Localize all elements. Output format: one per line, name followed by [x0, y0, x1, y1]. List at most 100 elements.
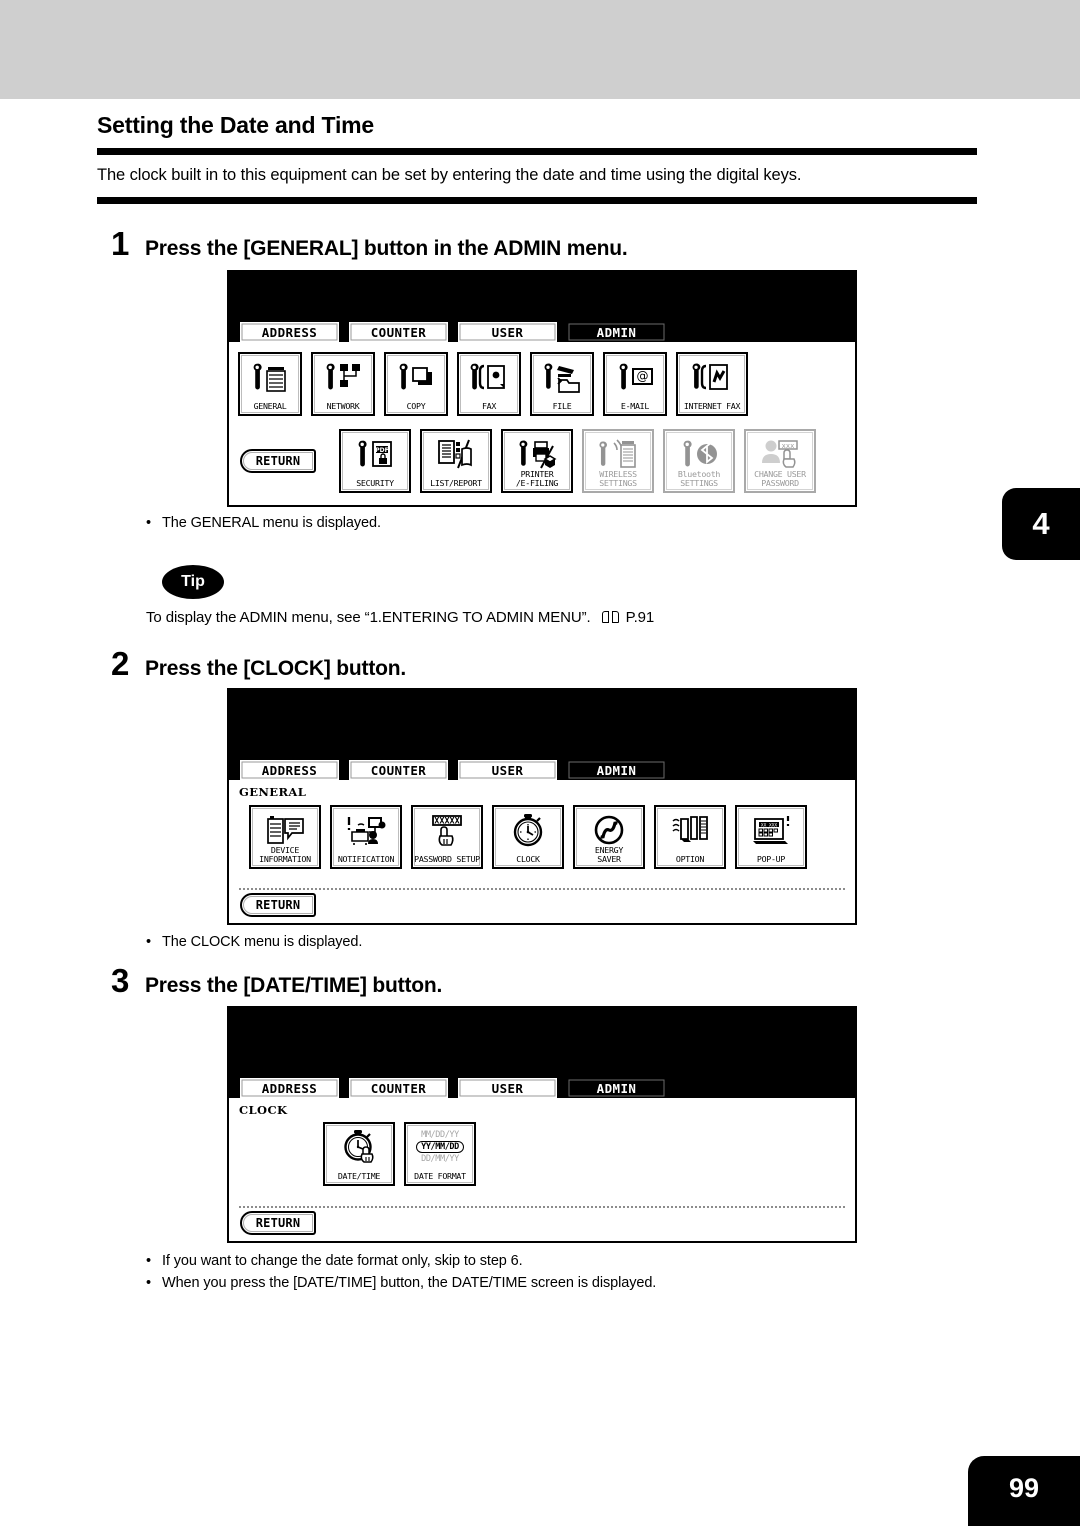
date-format-icon: MM/DD/YY YY/MM/DD DD/MM/YY — [406, 1127, 474, 1167]
title-divider-bottom — [97, 197, 977, 204]
lcd-tile-label: E-MAIL — [620, 401, 650, 411]
date-format-option1[interactable]: MM/DD/YY — [421, 1130, 459, 1140]
step-2-number: 2 — [111, 645, 130, 682]
note-skip-step-text: If you want to change the date format on… — [162, 1253, 523, 1269]
lcd-tile-label: DATE/TIME — [337, 1171, 381, 1181]
lcd-tile-energy-saver-icon[interactable]: ENERGY SAVER — [573, 805, 645, 869]
note-datetime-screen-text: When you press the [DATE/TIME] button, t… — [162, 1275, 657, 1291]
wrench-copier-icon — [240, 357, 300, 397]
bullet-icon: • — [146, 1253, 151, 1269]
lcd-tile-wrench-file-icon[interactable]: FILE — [530, 352, 594, 416]
wrench-file-icon — [532, 357, 592, 397]
lcd-panel3-tabrow: ADDRESS COUNTER USER ADMIN — [238, 1076, 668, 1098]
lcd-tile-wrench-copier-icon[interactable]: GENERAL — [238, 352, 302, 416]
tab-user[interactable]: USER — [456, 758, 559, 780]
step-3-text: Press the [DATE/TIME] button. — [145, 974, 443, 997]
lcd-tile-popup-icon[interactable]: XX XXX POP-UP — [735, 805, 807, 869]
tab-admin[interactable]: ADMIN — [565, 320, 668, 342]
wrench-wireless-icon — [584, 434, 652, 474]
change-password-icon: xxx — [746, 434, 814, 474]
lcd-panel3-body: CLOCK DATE/TIME MM/DD/YY YY/MM/DD DD/MM/YY D… — [229, 1098, 855, 1241]
stopwatch-icon — [494, 810, 562, 850]
step-3-heading: 3 Press the [DATE/TIME] button. — [111, 962, 442, 1000]
note-datetime-screen: • When you press the [DATE/TIME] button,… — [146, 1275, 656, 1291]
lcd-panel2-tabrow: ADDRESS COUNTER USER ADMIN — [238, 758, 668, 780]
lcd-tile-wrench-network-icon[interactable]: NETWORK — [311, 352, 375, 416]
lcd-tile-label: GENERAL — [253, 401, 287, 411]
password-setup-icon: XXXXX — [413, 810, 481, 850]
lcd-panel1-header: ADDRESS COUNTER USER ADMIN — [229, 272, 855, 342]
lcd-tile-stopwatch-icon[interactable]: CLOCK — [492, 805, 564, 869]
wrench-pdf-lock-icon: PDF — [341, 434, 409, 474]
popup-icon: XX XXX — [737, 810, 805, 850]
breadcrumb-panel3: CLOCK — [239, 1103, 288, 1117]
lcd-tile-wrench-bluetooth-icon[interactable]: Bluetooth SETTINGS — [663, 429, 735, 493]
tab-user[interactable]: USER — [456, 1076, 559, 1098]
lcd-tile-wrench-fax-icon[interactable]: FAX — [457, 352, 521, 416]
tip-badge: Tip — [162, 565, 224, 599]
lcd-tile-option-icon[interactable]: OPTION — [654, 805, 726, 869]
lcd-tile-device-information-icon[interactable]: DEVICE INFORMATION — [249, 805, 321, 869]
lcd-tile-wrench-ifax-icon[interactable]: INTERNET FAX — [676, 352, 748, 416]
lcd-tile-notification-icon[interactable]: NOTIFICATION — [330, 805, 402, 869]
lcd-tile-wrench-pdf-lock-icon[interactable]: PDF SECURITY — [339, 429, 411, 493]
panel2-separator — [239, 888, 845, 890]
note-skip-step: • If you want to change the date format … — [146, 1253, 523, 1269]
tab-admin[interactable]: ADMIN — [565, 1076, 668, 1098]
return-button-panel3[interactable]: RETURN — [240, 1211, 316, 1235]
page-title: Setting the Date and Time — [97, 112, 375, 138]
wrench-bluetooth-icon — [665, 434, 733, 474]
lcd-tile-change-password-icon[interactable]: xxx CHANGE USER PASSWORD — [744, 429, 816, 493]
lcd-tile-label: DATE FORMAT — [414, 1171, 466, 1181]
title-divider-top — [97, 148, 977, 155]
lcd-tile-wrench-copy-icon[interactable]: COPY — [384, 352, 448, 416]
date-format-option2[interactable]: YY/MM/DD — [416, 1141, 464, 1153]
panel3-separator — [239, 1206, 845, 1208]
page-top-band — [0, 0, 1080, 99]
return-button-panel1[interactable]: RETURN — [240, 449, 316, 473]
tab-address[interactable]: ADDRESS — [238, 758, 341, 780]
tip-text: To display the ADMIN menu, see “1.ENTERI… — [146, 609, 654, 626]
lcd-tile-wrench-wireless-icon[interactable]: WIRELESS SETTINGS — [582, 429, 654, 493]
book-reference-icon — [601, 611, 619, 624]
tab-address[interactable]: ADDRESS — [238, 1076, 341, 1098]
note-clock-menu-text: The CLOCK menu is displayed. — [162, 934, 363, 950]
tab-counter[interactable]: COUNTER — [347, 1076, 450, 1098]
page-number-tab: 99 — [968, 1456, 1080, 1526]
lcd-tile-label: PASSWORD SETUP — [414, 854, 480, 864]
return-button-panel2[interactable]: RETURN — [240, 893, 316, 917]
lcd-tile-label: SECURITY — [356, 478, 394, 488]
general-menu-row: DEVICE INFORMATION NOTIFICATION XXXXX PASSW… — [249, 805, 807, 869]
lcd-tile-wrench-email-icon[interactable]: @ E-MAIL — [603, 352, 667, 416]
svg-text:PDF: PDF — [375, 447, 388, 454]
step-3-number: 3 — [111, 962, 130, 999]
option-icon — [656, 810, 724, 850]
lcd-panel-clock-menu: ADDRESS COUNTER USER ADMIN CLOCK DATE/TI… — [227, 1006, 857, 1243]
lcd-tile-label: LIST/REPORT — [430, 478, 482, 488]
svg-text:XXXXX: XXXXX — [434, 817, 460, 827]
lcd-tile-label: COPY — [406, 401, 426, 411]
tab-counter[interactable]: COUNTER — [347, 320, 450, 342]
date-format-option3[interactable]: DD/MM/YY — [421, 1154, 459, 1164]
lcd-tile-list-report-icon[interactable]: LIST/REPORT — [420, 429, 492, 493]
energy-saver-icon — [575, 810, 643, 850]
lcd-tile-stopwatch-hand-icon[interactable]: DATE/TIME — [323, 1122, 395, 1186]
lcd-tile-date-format[interactable]: MM/DD/YY YY/MM/DD DD/MM/YY DATE FORMAT — [404, 1122, 476, 1186]
tab-counter[interactable]: COUNTER — [347, 758, 450, 780]
note-clock-menu: • The CLOCK menu is displayed. — [146, 934, 362, 950]
lcd-tile-password-setup-icon[interactable]: XXXXX PASSWORD SETUP — [411, 805, 483, 869]
bullet-icon: • — [146, 1275, 151, 1291]
breadcrumb-panel2: GENERAL — [239, 785, 307, 799]
lcd-tile-wrench-printer-icon[interactable]: PRINTER /E-FILING — [501, 429, 573, 493]
admin-menu-row-2: PDF SECURITY LIST/REPORT PRINTER /E-FILING W… — [339, 429, 816, 493]
tab-user[interactable]: USER — [456, 320, 559, 342]
lcd-panel2-body: GENERAL DEVICE INFORMATION NOTIFICATION XX… — [229, 780, 855, 923]
tab-admin[interactable]: ADMIN — [565, 758, 668, 780]
bullet-icon: • — [146, 934, 151, 950]
wrench-ifax-icon — [678, 357, 746, 397]
tab-address[interactable]: ADDRESS — [238, 320, 341, 342]
lcd-tile-label: OPTION — [675, 854, 705, 864]
list-report-icon — [422, 434, 490, 474]
lcd-panel1-tabrow: ADDRESS COUNTER USER ADMIN — [238, 320, 668, 342]
wrench-email-icon: @ — [605, 357, 665, 397]
